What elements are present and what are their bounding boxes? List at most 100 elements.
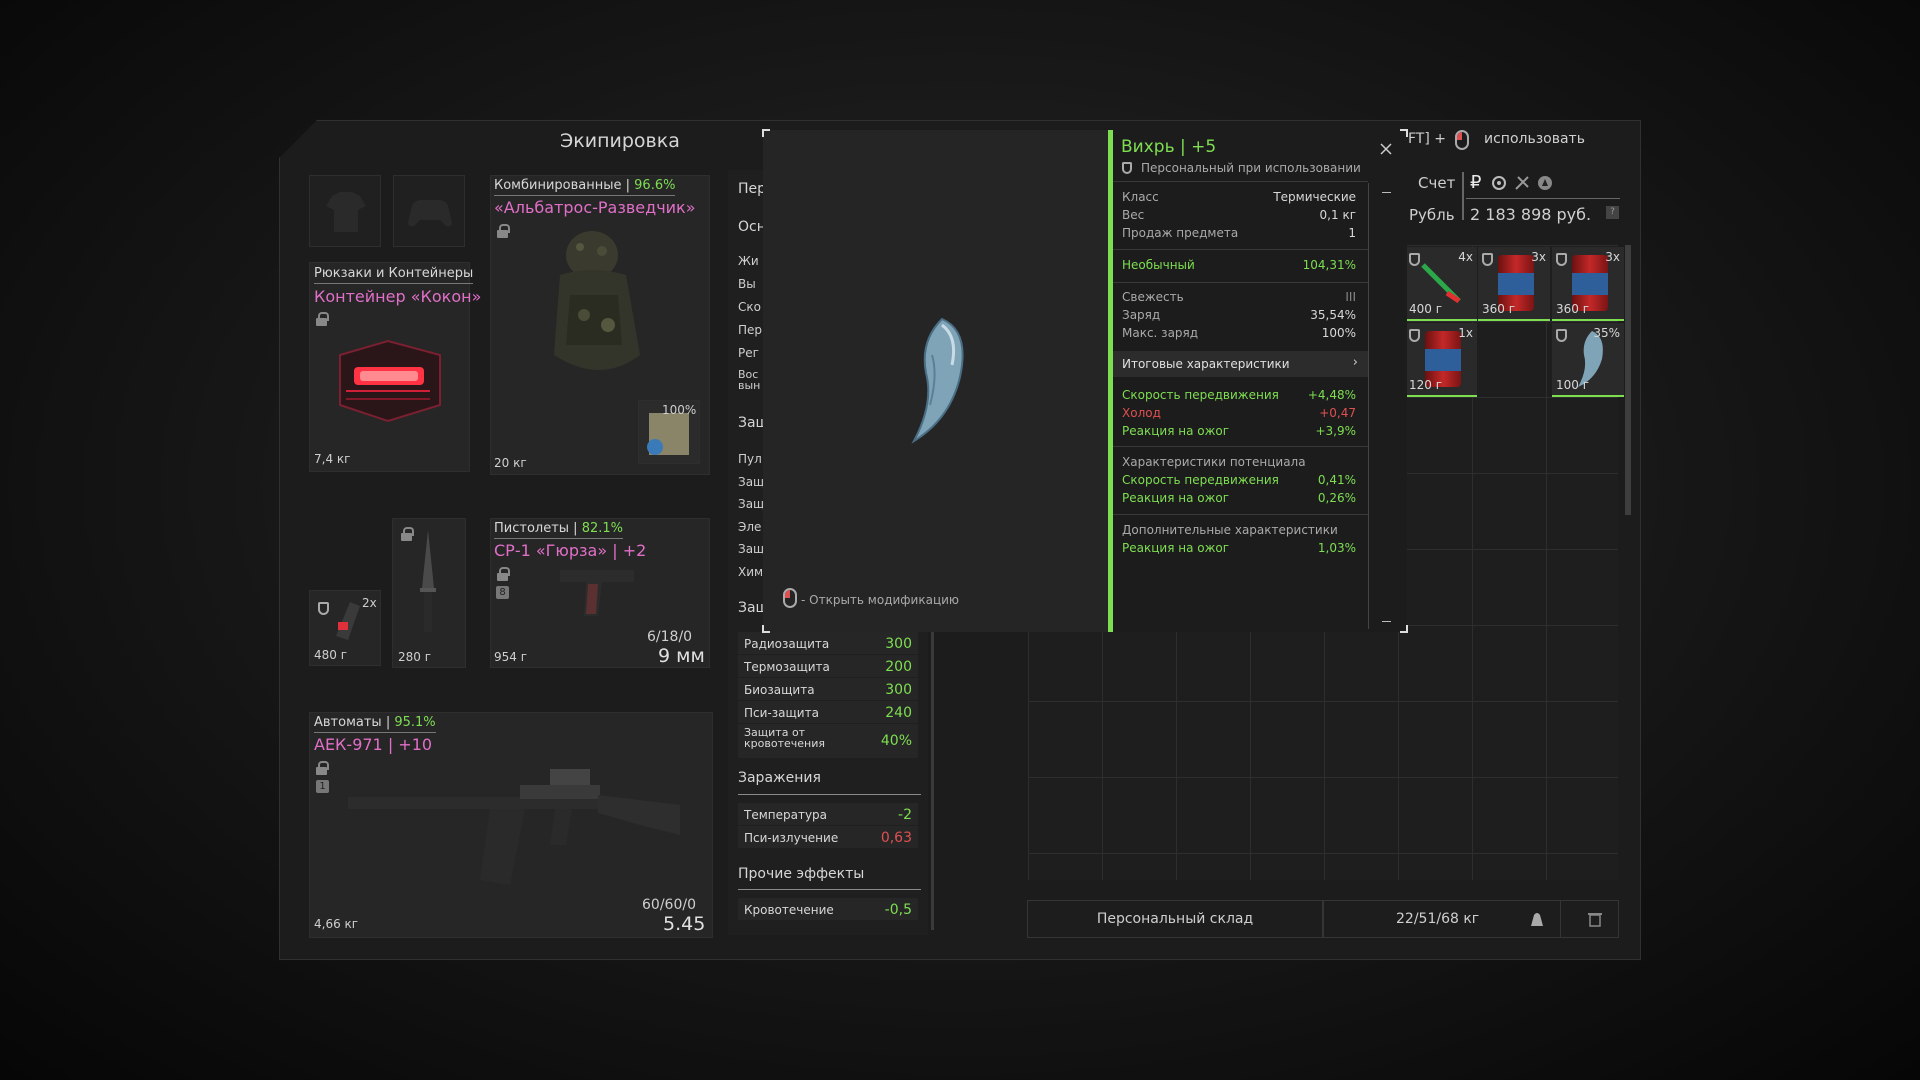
shield-icon bbox=[1556, 253, 1567, 266]
backpack-weight: 7,4 кг bbox=[314, 452, 351, 466]
tooltip-sale: Продаж предмета 1 bbox=[1122, 226, 1356, 240]
gear-icon[interactable] bbox=[1490, 174, 1508, 192]
stat-row-psi: Пси-защита 240 bbox=[738, 701, 918, 723]
stat-row-bleed-protection: Защита от кровотечения 40% bbox=[738, 724, 918, 758]
stat-row-thermal: Термозащита 200 bbox=[738, 655, 918, 677]
tooltip-total-burn: Реакция на ожог +3,9% bbox=[1122, 424, 1356, 438]
tooltip-max-charge: Макс. заряд 100% bbox=[1122, 326, 1356, 340]
account-label: Счет bbox=[1418, 174, 1456, 192]
claw-artifact-image bbox=[911, 317, 964, 444]
scroll-up-icon[interactable] bbox=[1382, 192, 1391, 193]
tooltip-divider bbox=[1113, 446, 1368, 447]
shirt-slot[interactable] bbox=[309, 175, 381, 247]
personal-storage-button[interactable]: Персональный склад bbox=[1027, 900, 1323, 938]
tooltip-class: Класс Термические bbox=[1122, 190, 1356, 204]
stat-row: Защ bbox=[738, 497, 764, 511]
grid-scrollbar[interactable] bbox=[1625, 245, 1631, 515]
stats-section-main: Осн bbox=[738, 219, 766, 235]
stat-row: Вос вын bbox=[738, 369, 761, 391]
info-icon[interactable]: ? bbox=[1606, 206, 1619, 219]
stat-row: Защ bbox=[738, 542, 764, 556]
lock-icon bbox=[401, 527, 414, 541]
pistol-name: СР-1 «Гюрза» | +2 bbox=[494, 541, 647, 560]
tooltip-scrollbar[interactable] bbox=[1368, 183, 1369, 629]
hint-key: FT] + bbox=[1408, 131, 1447, 147]
trash-icon[interactable] bbox=[1588, 911, 1602, 927]
shield-icon bbox=[1482, 253, 1493, 266]
contamination-divider bbox=[738, 794, 921, 795]
tooltip-weight: Вес 0,1 кг bbox=[1122, 208, 1356, 222]
stat-row: Пул bbox=[738, 452, 762, 466]
pistol-weight: 954 г bbox=[494, 650, 528, 664]
inventory-item-artifact[interactable]: 35% 100 г bbox=[1552, 323, 1624, 397]
rifle-ammo: 60/60/0 bbox=[642, 897, 696, 913]
crafting-icon[interactable] bbox=[1513, 174, 1531, 192]
tooltip-total-speed: Скорость передвижения +4,48% bbox=[1122, 388, 1356, 402]
stat-row-bleeding: Кровотечение -0,5 bbox=[738, 898, 918, 920]
rifle-name: АЕК-971 | +10 bbox=[314, 735, 433, 754]
mouse-icon bbox=[783, 588, 797, 608]
stats-scrollbar[interactable] bbox=[931, 630, 934, 930]
chevron-right-icon: › bbox=[1352, 355, 1358, 370]
hint-action: использовать bbox=[1484, 131, 1585, 147]
other-effects-title: Прочие эффекты bbox=[738, 866, 865, 882]
shield-icon bbox=[318, 602, 329, 615]
tooltip-divider bbox=[1113, 514, 1368, 515]
ruble-icon[interactable]: ₽ bbox=[1470, 172, 1481, 193]
close-icon[interactable] bbox=[1380, 143, 1392, 155]
gamepad-slot[interactable] bbox=[393, 175, 465, 247]
shield-icon bbox=[1556, 329, 1567, 342]
weight-icon bbox=[1531, 913, 1543, 926]
storage-footer: 22/51/68 кг bbox=[1323, 900, 1619, 938]
lock-icon bbox=[316, 761, 329, 775]
stat-row: Вы bbox=[738, 277, 756, 291]
tooltip-potential-speed: Скорость передвижения 0,41% bbox=[1122, 473, 1356, 487]
tooltip-charge: Заряд 35,54% bbox=[1122, 308, 1356, 322]
mouse-icon bbox=[1455, 130, 1469, 150]
rifle-image bbox=[348, 769, 680, 885]
stat-row-temperature: Температура -2 bbox=[738, 803, 918, 825]
mod-badge: 8 bbox=[496, 586, 509, 599]
tooltip-divider bbox=[1113, 282, 1368, 283]
rifle-category: Автоматы | 95.1% bbox=[314, 715, 436, 733]
pistol-ammo: 6/18/0 bbox=[647, 629, 693, 645]
stat-row-psi-emission: Пси-излучение 0,63 bbox=[738, 826, 918, 848]
compass-icon[interactable] bbox=[1536, 174, 1554, 192]
additional-title: Дополнительные характеристики bbox=[1122, 523, 1338, 537]
knife-weight: 280 г bbox=[398, 650, 432, 664]
shield-icon bbox=[1122, 162, 1132, 174]
inventory-item-can[interactable]: 3x 360 г bbox=[1478, 247, 1550, 321]
stat-row: Хим bbox=[738, 565, 764, 579]
rifle-caliber: 5.45 bbox=[663, 913, 706, 935]
shield-icon bbox=[1409, 329, 1420, 342]
open-modification-hint[interactable]: - Открыть модификацию bbox=[801, 593, 959, 607]
lock-icon bbox=[497, 224, 510, 238]
tooltip-divider bbox=[1113, 181, 1368, 182]
consumable-qty: 2x bbox=[362, 596, 377, 610]
gamepad-icon bbox=[408, 200, 452, 227]
stat-row: Пер bbox=[738, 323, 763, 337]
lock-icon bbox=[316, 312, 329, 326]
armor-name: «Альбатрос-Разведчик» bbox=[494, 198, 696, 217]
backpack-category: Рюкзаки и Контейнеры bbox=[314, 266, 474, 284]
armor-category: Комбинированные | 96.6% bbox=[494, 178, 676, 196]
inventory-item-can[interactable]: 1x 120 г bbox=[1405, 323, 1477, 397]
corner-bracket bbox=[762, 129, 770, 137]
corner-bracket bbox=[1400, 129, 1408, 137]
scroll-down-icon[interactable] bbox=[1382, 621, 1391, 622]
tooltip-title: Вихрь | +5 bbox=[1121, 137, 1217, 157]
container-image bbox=[339, 339, 441, 423]
tool-image bbox=[1421, 263, 1461, 304]
pistol-caliber: 9 мм bbox=[658, 645, 705, 667]
stats-header: Пер bbox=[738, 181, 767, 197]
tooltip-divider bbox=[1113, 249, 1368, 250]
tab-underline bbox=[1466, 198, 1620, 199]
plate-percent: 100% bbox=[662, 403, 697, 417]
tooltip-additional-burn: Реакция на ожог 1,03% bbox=[1122, 541, 1356, 555]
stat-row: Эле bbox=[738, 520, 762, 534]
tooltip-freshness: Свежесть III bbox=[1122, 290, 1356, 304]
totals-header[interactable]: Итоговые характеристики › bbox=[1113, 351, 1368, 377]
inventory-item-can[interactable]: 3x 360 г bbox=[1552, 247, 1624, 321]
rifle-weight: 4,66 кг bbox=[314, 917, 359, 931]
inventory-item-tool[interactable]: 4x 400 г bbox=[1405, 247, 1477, 321]
